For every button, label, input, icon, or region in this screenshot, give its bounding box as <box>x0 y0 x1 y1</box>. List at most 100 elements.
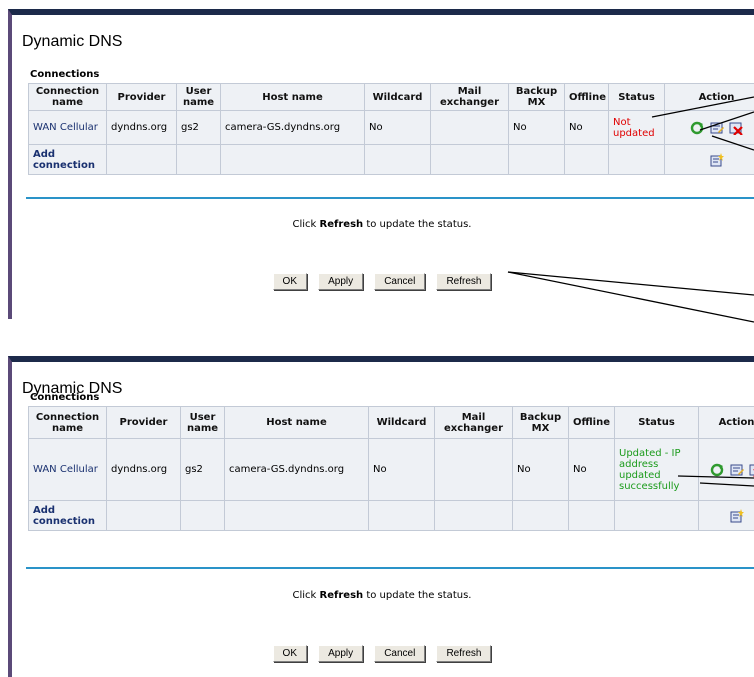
refresh-button[interactable]: Refresh <box>436 273 492 290</box>
table-header-row: Connection name Provider User name Host … <box>28 406 754 439</box>
hint-text-pre: Click <box>292 219 320 230</box>
backup-mx-cell: No <box>508 110 565 145</box>
table-row: WAN Cellular dyndns.org gs2 camera-GS.dy… <box>28 110 754 145</box>
action-cell <box>664 110 754 145</box>
column-header-status: Status <box>608 83 665 111</box>
hint-text-bold: Refresh <box>319 219 364 230</box>
table-row: WAN Cellular dyndns.org gs2 camera-GS.dy… <box>28 438 754 501</box>
section-label: Connections <box>30 69 100 80</box>
action-cell <box>698 500 754 531</box>
provider-cell: dyndns.org <box>106 438 181 501</box>
hint-text-post: to update the status. <box>363 219 472 230</box>
empty-cell <box>224 500 369 531</box>
empty-cell <box>614 500 699 531</box>
mail-exchanger-cell <box>430 110 509 145</box>
refresh-icon[interactable] <box>690 121 704 135</box>
add-connection-icon[interactable] <box>730 508 744 523</box>
refresh-hint: Click Refresh to update the status. <box>12 590 752 601</box>
cancel-button[interactable]: Cancel <box>374 273 426 290</box>
action-cell <box>664 144 754 175</box>
column-header-action: Action <box>698 406 754 439</box>
empty-cell <box>106 144 177 175</box>
empty-cell <box>368 500 435 531</box>
table-row: Add connection <box>28 500 754 531</box>
hint-text-bold: Refresh <box>319 590 364 601</box>
refresh-button[interactable]: Refresh <box>436 645 492 662</box>
column-header-connection-name: Connection name <box>28 406 107 439</box>
apply-button[interactable]: Apply <box>318 645 364 662</box>
user-name-cell: gs2 <box>180 438 225 501</box>
refresh-icon[interactable] <box>710 463 724 477</box>
column-header-action: Action <box>664 83 754 111</box>
host-name-cell: camera-GS.dyndns.org <box>220 110 365 145</box>
column-header-status: Status <box>614 406 699 439</box>
dynamic-dns-panel-1: Dynamic DNS Connections Connection name … <box>8 9 754 319</box>
button-bar: OK Apply Cancel Refresh <box>12 641 752 662</box>
empty-cell <box>176 144 221 175</box>
connection-name-link[interactable]: WAN Cellular <box>28 438 107 501</box>
divider-line <box>26 567 754 569</box>
empty-cell <box>564 144 609 175</box>
table-header-row: Connection name Provider User name Host … <box>28 83 754 111</box>
column-header-offline: Offline <box>564 83 609 111</box>
column-header-host-name: Host name <box>220 83 365 111</box>
hint-text-post: to update the status. <box>363 590 472 601</box>
dynamic-dns-panel-2: Dynamic DNS Connections Connection name … <box>8 356 754 677</box>
column-header-user-name: User name <box>176 83 221 111</box>
column-header-backup-mx: Backup MX <box>508 83 565 111</box>
button-bar: OK Apply Cancel Refresh <box>12 269 752 290</box>
column-header-provider: Provider <box>106 406 181 439</box>
column-header-wildcard: Wildcard <box>368 406 435 439</box>
column-header-host-name: Host name <box>224 406 369 439</box>
empty-cell <box>512 500 569 531</box>
ok-button[interactable]: OK <box>272 645 307 662</box>
status-cell: Updated - IP address updated successfull… <box>614 438 699 501</box>
refresh-hint: Click Refresh to update the status. <box>12 219 752 230</box>
column-header-mail-exchanger: Mail exchanger <box>434 406 513 439</box>
empty-cell <box>434 500 513 531</box>
empty-cell <box>180 500 225 531</box>
empty-cell <box>430 144 509 175</box>
column-header-provider: Provider <box>106 83 177 111</box>
empty-cell <box>608 144 665 175</box>
column-header-offline: Offline <box>568 406 615 439</box>
edit-icon[interactable] <box>730 463 744 477</box>
column-header-wildcard: Wildcard <box>364 83 431 111</box>
cancel-button[interactable]: Cancel <box>374 645 426 662</box>
empty-cell <box>106 500 181 531</box>
empty-cell <box>364 144 431 175</box>
column-header-user-name: User name <box>180 406 225 439</box>
action-cell <box>698 438 754 501</box>
empty-cell <box>220 144 365 175</box>
wildcard-cell: No <box>368 438 435 501</box>
add-connection-link[interactable]: Add connection <box>28 144 107 175</box>
connections-table: Connection name Provider User name Host … <box>28 406 754 531</box>
offline-cell: No <box>564 110 609 145</box>
page-title: Dynamic DNS <box>22 33 123 50</box>
table-row: Add connection <box>28 144 754 175</box>
edit-icon[interactable] <box>710 121 724 135</box>
delete-icon[interactable] <box>749 463 754 477</box>
delete-icon[interactable] <box>729 121 743 136</box>
add-connection-icon[interactable] <box>710 152 724 167</box>
provider-cell: dyndns.org <box>106 110 177 145</box>
connection-name-link[interactable]: WAN Cellular <box>28 110 107 145</box>
connections-table: Connection name Provider User name Host … <box>28 83 754 175</box>
wildcard-cell: No <box>364 110 431 145</box>
column-header-mail-exchanger: Mail exchanger <box>430 83 509 111</box>
add-connection-link[interactable]: Add connection <box>28 500 107 531</box>
hint-text-pre: Click <box>292 590 320 601</box>
divider-line <box>26 197 754 199</box>
column-header-backup-mx: Backup MX <box>512 406 569 439</box>
apply-button[interactable]: Apply <box>318 273 364 290</box>
column-header-connection-name: Connection name <box>28 83 107 111</box>
host-name-cell: camera-GS.dyndns.org <box>224 438 369 501</box>
user-name-cell: gs2 <box>176 110 221 145</box>
status-cell: Not updated <box>608 110 665 145</box>
empty-cell <box>568 500 615 531</box>
ok-button[interactable]: OK <box>272 273 307 290</box>
section-label: Connections <box>30 392 100 403</box>
empty-cell <box>508 144 565 175</box>
offline-cell: No <box>568 438 615 501</box>
backup-mx-cell: No <box>512 438 569 501</box>
